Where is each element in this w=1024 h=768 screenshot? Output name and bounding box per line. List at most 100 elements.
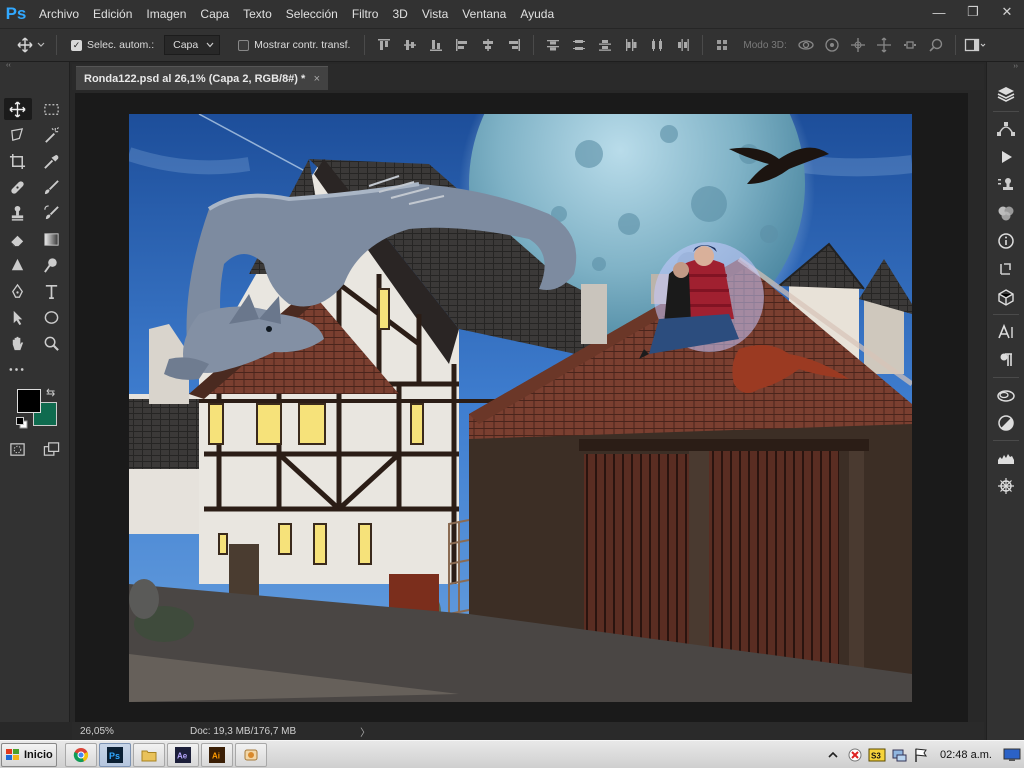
canvas-area[interactable] (72, 90, 984, 722)
align-right-edges-button[interactable] (501, 32, 527, 58)
foreground-color-swatch[interactable] (17, 389, 41, 413)
tray-s3[interactable]: S3 (866, 745, 888, 765)
panel-collapse-icon[interactable]: ‹‹ (0, 62, 69, 70)
3d-panel-button[interactable] (987, 283, 1024, 311)
distribute-bottom-button[interactable] (592, 32, 618, 58)
swap-colors-icon[interactable]: ⇆ (46, 386, 55, 399)
tray-network[interactable] (888, 745, 910, 765)
align-horizontal-centers-button[interactable] (475, 32, 501, 58)
start-button[interactable]: Inicio (1, 742, 57, 767)
distribute-top-button[interactable] (540, 32, 566, 58)
history-panel-button[interactable] (987, 255, 1024, 283)
distribute-hcenter-button[interactable] (644, 32, 670, 58)
dock-collapse-icon[interactable]: ›› (987, 62, 1024, 72)
menu-item-capa[interactable]: Capa (193, 0, 236, 28)
paragraph-panel-button[interactable] (987, 346, 1024, 374)
layers-panel-button[interactable] (987, 80, 1024, 108)
menu-item-seleccion[interactable]: Selección (279, 0, 345, 28)
align-left-edges-button[interactable] (449, 32, 475, 58)
show-desktop-button[interactable] (1002, 745, 1022, 765)
libraries-panel-button[interactable] (987, 381, 1024, 409)
distribute-left-button[interactable] (618, 32, 644, 58)
3d-roll-button[interactable] (819, 32, 845, 58)
3d-scale-button[interactable] (897, 32, 923, 58)
blur-tool[interactable] (4, 254, 32, 276)
distribute-vcenter-button[interactable] (566, 32, 592, 58)
path-selection-tool[interactable] (4, 306, 32, 328)
menu-item-3d[interactable]: 3D (385, 0, 414, 28)
pen-tool[interactable] (4, 280, 32, 302)
edit-toolbar-button[interactable] (4, 358, 32, 380)
navigator-panel-button[interactable] (987, 472, 1024, 500)
close-tab-icon[interactable]: × (314, 73, 320, 85)
ellipse-tool[interactable] (38, 306, 66, 328)
menu-item-edicion[interactable]: Edición (86, 0, 139, 28)
3d-slide-button[interactable] (871, 32, 897, 58)
menu-item-texto[interactable]: Texto (236, 0, 279, 28)
eyedropper-tool[interactable] (38, 150, 66, 172)
actions-panel-button[interactable] (987, 143, 1024, 171)
tray-flag[interactable] (910, 745, 932, 765)
swatches-panel-button[interactable] (987, 199, 1024, 227)
info-panel-button[interactable] (987, 227, 1024, 255)
3d-zoom-button[interactable] (923, 32, 949, 58)
zoom-tool[interactable] (38, 332, 66, 354)
taskbar-app[interactable] (235, 742, 267, 767)
quick-mask-button[interactable] (4, 438, 32, 460)
taskbar-after-effects[interactable]: Ae (167, 742, 199, 767)
minimize-button[interactable]: — (922, 0, 956, 24)
brush-tool[interactable] (38, 176, 66, 198)
menu-item-vista[interactable]: Vista (415, 0, 455, 28)
menu-item-archivo[interactable]: Archivo (32, 0, 86, 28)
menu-item-filtro[interactable]: Filtro (345, 0, 386, 28)
document-tab[interactable]: Ronda122.psd al 26,1% (Capa 2, RGB/8#) *… (76, 66, 328, 90)
taskbar-chrome[interactable] (65, 742, 97, 767)
history-brush-tool[interactable] (38, 202, 66, 224)
default-colors-icon[interactable] (16, 416, 28, 429)
auto-select-dropdown[interactable]: Capa (164, 35, 221, 55)
zoom-level[interactable]: 26,05% (80, 726, 170, 737)
show-transform-checkbox[interactable] (238, 39, 250, 51)
menu-item-ayuda[interactable]: Ayuda (513, 0, 561, 28)
hand-tool[interactable] (4, 332, 32, 354)
taskbar-clock[interactable]: 02:48 a.m. (940, 749, 992, 761)
clone-stamp-tool[interactable] (4, 202, 32, 224)
lasso-tool[interactable] (4, 124, 32, 146)
crop-tool[interactable] (4, 150, 32, 172)
gradient-tool[interactable] (38, 228, 66, 250)
move-tool[interactable] (3, 98, 32, 120)
character-panel-button[interactable] (987, 318, 1024, 346)
eraser-tool[interactable] (4, 228, 32, 250)
align-bottom-edges-button[interactable] (423, 32, 449, 58)
3d-pan-button[interactable] (845, 32, 871, 58)
adjustments-panel-button[interactable] (987, 409, 1024, 437)
restore-button[interactable]: ❐ (956, 0, 990, 24)
3d-orbit-button[interactable] (793, 32, 819, 58)
dodge-tool[interactable] (38, 254, 66, 276)
workspace-switcher-button[interactable] (962, 32, 988, 58)
taskbar-explorer[interactable] (133, 742, 165, 767)
show-hidden-icons[interactable] (822, 745, 844, 765)
status-menu-arrow[interactable]: 〉 (360, 724, 370, 739)
tray-antivirus[interactable] (844, 745, 866, 765)
taskbar-photoshop[interactable]: Ps (99, 742, 131, 767)
magic-wand-tool[interactable] (38, 124, 66, 146)
distribute-right-button[interactable] (670, 32, 696, 58)
document-image[interactable] (129, 114, 912, 702)
align-vertical-centers-button[interactable] (397, 32, 423, 58)
auto-align-layers-button[interactable] (709, 32, 735, 58)
menu-item-ventana[interactable]: Ventana (455, 0, 513, 28)
paths-panel-button[interactable] (987, 115, 1024, 143)
type-tool[interactable] (38, 280, 66, 302)
auto-select-checkbox[interactable]: ✓ (71, 39, 82, 51)
menu-item-imagen[interactable]: Imagen (139, 0, 193, 28)
histogram-panel-button[interactable] (987, 444, 1024, 472)
align-top-edges-button[interactable] (371, 32, 397, 58)
screen-mode-button[interactable] (38, 438, 66, 460)
healing-brush-tool[interactable] (4, 176, 32, 198)
taskbar-illustrator[interactable]: Ai (201, 742, 233, 767)
marquee-tool[interactable] (38, 98, 66, 120)
clone-source-panel-button[interactable] (987, 171, 1024, 199)
app-logo[interactable]: Ps (0, 0, 32, 28)
move-tool-preset-picker[interactable] (14, 32, 50, 58)
